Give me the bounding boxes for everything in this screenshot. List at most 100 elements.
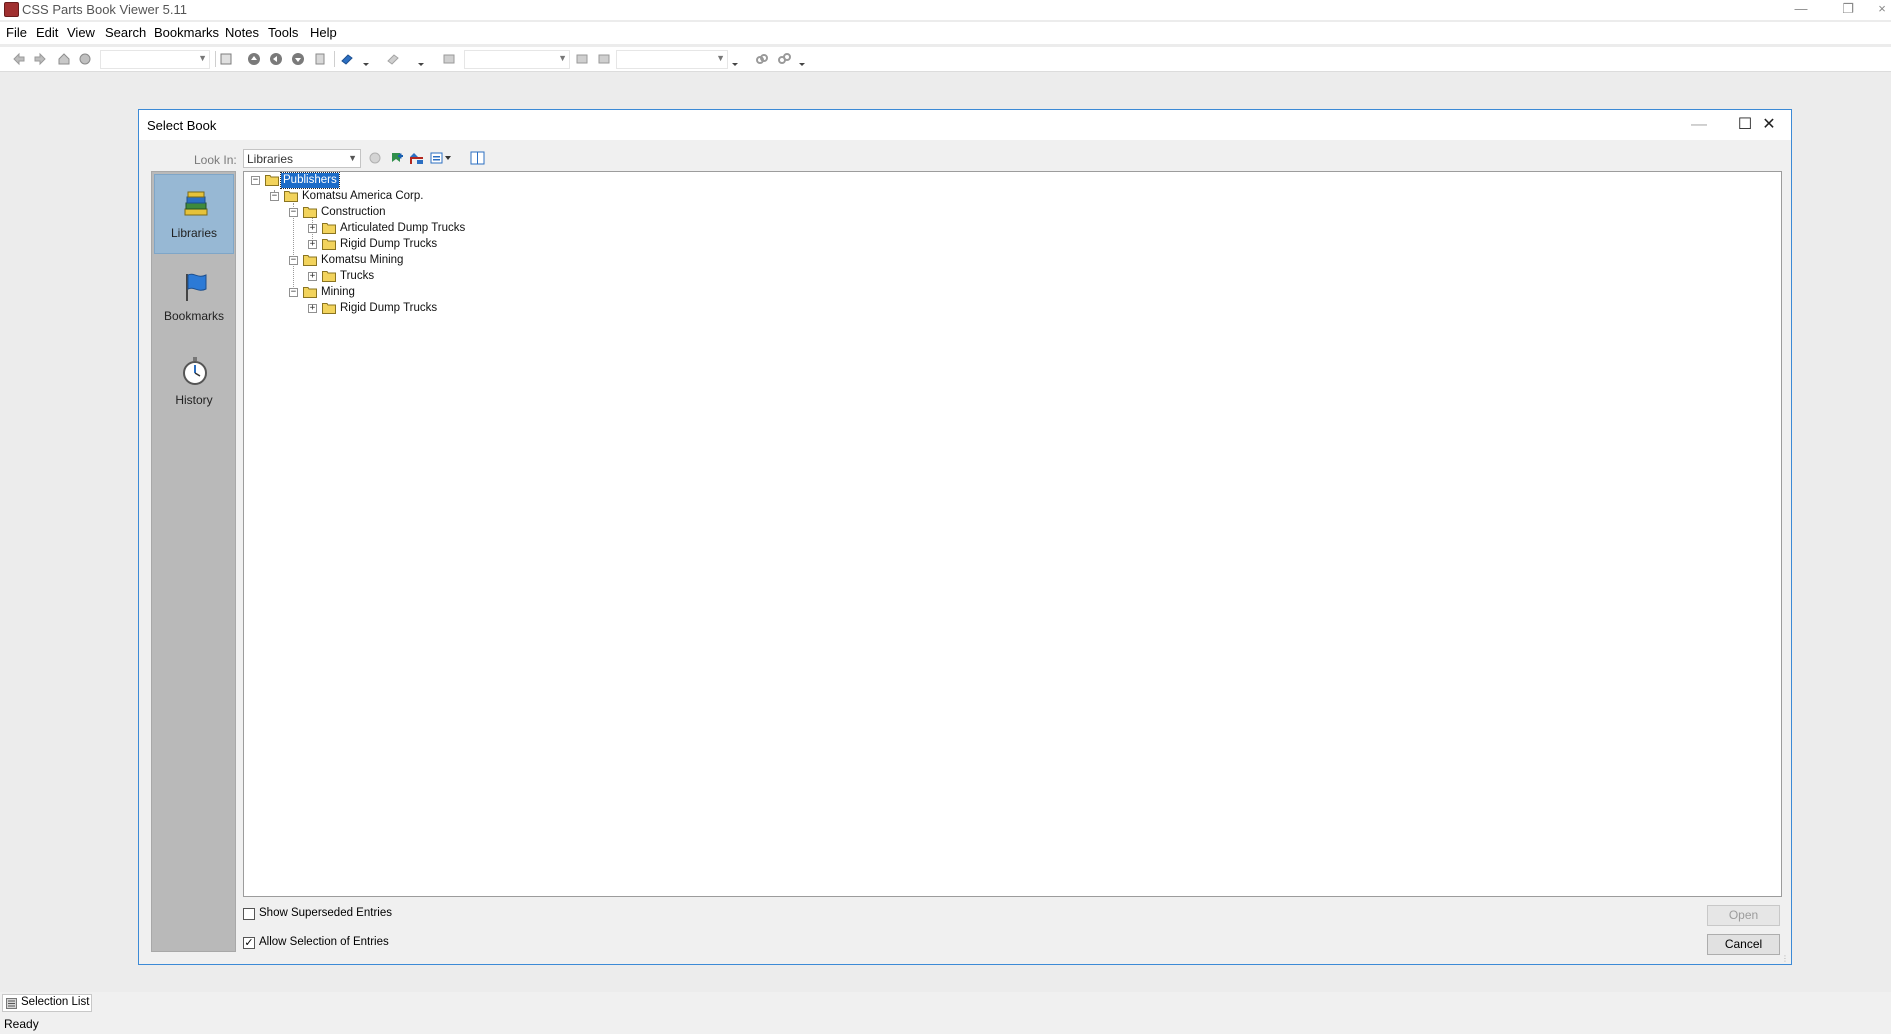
dialog-minimize-button[interactable]: —	[1677, 110, 1721, 140]
toolbar-overflow-icon[interactable]	[418, 51, 424, 67]
open-button[interactable]: Open	[1707, 905, 1780, 926]
tree-label: Komatsu America Corp.	[302, 190, 424, 202]
allow-selection-checkbox[interactable]: ✓	[243, 937, 255, 949]
tree-label: Rigid Dump Trucks	[340, 302, 438, 314]
unlink-icon[interactable]	[777, 52, 791, 66]
menu-view[interactable]: View	[67, 25, 95, 40]
resize-grip-icon[interactable]: ⋮	[1781, 954, 1789, 963]
panel-tabs: Selection List	[0, 992, 1891, 1014]
refresh-icon[interactable]	[78, 52, 92, 66]
flag-icon	[186, 273, 207, 301]
menu-notes[interactable]: Notes	[225, 25, 259, 40]
library-tree: − Publishers − Komatsu America Corp. − C…	[243, 171, 1782, 897]
minimize-button[interactable]: —	[1783, 0, 1819, 20]
select-icon[interactable]	[575, 52, 589, 66]
status-text: Ready	[4, 1017, 39, 1031]
last-page-icon[interactable]	[313, 52, 327, 66]
show-superseded-label: Show Superseded Entries	[259, 907, 392, 919]
status-bar: Ready	[0, 1014, 1891, 1034]
tab-selection-list[interactable]: Selection List	[2, 994, 92, 1012]
zoom-icon[interactable]	[442, 52, 456, 66]
collapse-icon[interactable]: −	[289, 256, 298, 265]
folder-icon	[303, 207, 317, 218]
collapse-icon[interactable]: −	[289, 208, 298, 217]
folder-icon	[322, 239, 336, 250]
expand-icon[interactable]: +	[308, 224, 317, 233]
sidebar-label: Bookmarks	[163, 309, 225, 323]
select-area-icon[interactable]	[597, 52, 611, 66]
app-icon	[4, 2, 19, 17]
folder-icon	[322, 271, 336, 282]
restore-button[interactable]: ❐	[1830, 0, 1866, 20]
collapse-icon[interactable]: −	[270, 192, 279, 201]
first-page-icon[interactable]	[247, 52, 261, 66]
dialog-title: Select Book	[147, 118, 217, 133]
home-icon[interactable]	[57, 52, 71, 66]
forward-icon[interactable]	[33, 52, 47, 66]
folder-icon	[265, 175, 279, 186]
menu-search[interactable]: Search	[105, 25, 146, 40]
chevron-down-icon: ▼	[348, 153, 357, 163]
look-in-label: Look In:	[194, 153, 237, 167]
expand-icon[interactable]: +	[308, 272, 317, 281]
toolbar-overflow-icon[interactable]	[732, 51, 738, 67]
link-icon[interactable]	[755, 52, 769, 66]
tree-label: Construction	[321, 206, 386, 218]
selection-list-icon	[6, 998, 17, 1009]
page-combo[interactable]: ▼	[616, 50, 728, 69]
zoom-combo[interactable]: ▼	[464, 50, 570, 69]
up-folder-icon[interactable]	[409, 150, 425, 166]
dialog-title-bar: Select Book — ☐ ✕	[139, 110, 1791, 140]
libraries-icon	[184, 191, 208, 216]
tab-label: Selection List	[21, 996, 90, 1008]
back-icon[interactable]	[12, 52, 26, 66]
menu-bookmarks[interactable]: Bookmarks	[154, 25, 219, 40]
expand-icon[interactable]: +	[308, 304, 317, 313]
note-icon[interactable]	[386, 52, 400, 66]
tree-label: Komatsu Mining	[321, 254, 404, 266]
sidebar-label: History	[175, 393, 213, 407]
tree-label: Rigid Dump Trucks	[340, 238, 438, 250]
sidebar-item-libraries[interactable]: Libraries	[154, 174, 234, 254]
print-icon[interactable]	[219, 52, 233, 66]
next-page-icon[interactable]	[291, 52, 305, 66]
toolbar-overflow-icon[interactable]	[363, 51, 369, 67]
columns-icon[interactable]	[470, 150, 486, 166]
tree-label: Publishers	[280, 172, 340, 189]
expand-icon[interactable]: +	[308, 240, 317, 249]
folder-icon	[303, 287, 317, 298]
menu-file[interactable]: File	[6, 25, 27, 40]
close-button[interactable]: ×	[1873, 0, 1891, 20]
toolbar-separator	[334, 51, 335, 67]
stopwatch-icon	[183, 357, 207, 385]
toolbar-overflow-icon[interactable]	[799, 51, 805, 67]
cancel-button[interactable]: Cancel	[1707, 934, 1780, 955]
menu-help[interactable]: Help	[310, 25, 337, 40]
collapse-icon[interactable]: −	[251, 176, 260, 185]
show-superseded-checkbox[interactable]	[243, 908, 255, 920]
menu-tools[interactable]: Tools	[268, 25, 298, 40]
toolbar-separator	[215, 51, 216, 67]
sidebar-item-bookmarks[interactable]: Bookmarks	[154, 258, 234, 338]
dialog-close-button[interactable]: ✕	[1747, 110, 1791, 140]
places-sidebar: Libraries Bookmarks History	[151, 171, 236, 952]
app-title: CSS Parts Book Viewer 5.11	[22, 2, 187, 17]
folder-icon	[303, 255, 317, 266]
add-bookmark-icon[interactable]	[389, 150, 405, 166]
main-toolbar: ▼ ▼ ▼	[0, 47, 1891, 72]
allow-selection-label: Allow Selection of Entries	[259, 936, 389, 948]
back-icon[interactable]	[367, 150, 383, 166]
chevron-down-icon[interactable]	[443, 150, 453, 166]
app-title-bar: CSS Parts Book Viewer 5.11 — ❐ ×	[0, 0, 1891, 20]
sidebar-label: Libraries	[170, 226, 218, 240]
select-book-dialog: Select Book — ☐ ✕ Look In: Libraries ▼ L…	[138, 109, 1792, 965]
previous-page-icon[interactable]	[269, 52, 283, 66]
history-combo[interactable]: ▼	[100, 50, 210, 69]
sidebar-item-history[interactable]: History	[154, 342, 234, 422]
menu-edit[interactable]: Edit	[36, 25, 58, 40]
collapse-icon[interactable]: −	[289, 288, 298, 297]
look-in-combo[interactable]: Libraries ▼	[243, 149, 361, 168]
book-icon[interactable]	[340, 52, 354, 66]
tree-label: Articulated Dump Trucks	[340, 222, 466, 234]
look-in-value: Libraries	[247, 152, 294, 166]
